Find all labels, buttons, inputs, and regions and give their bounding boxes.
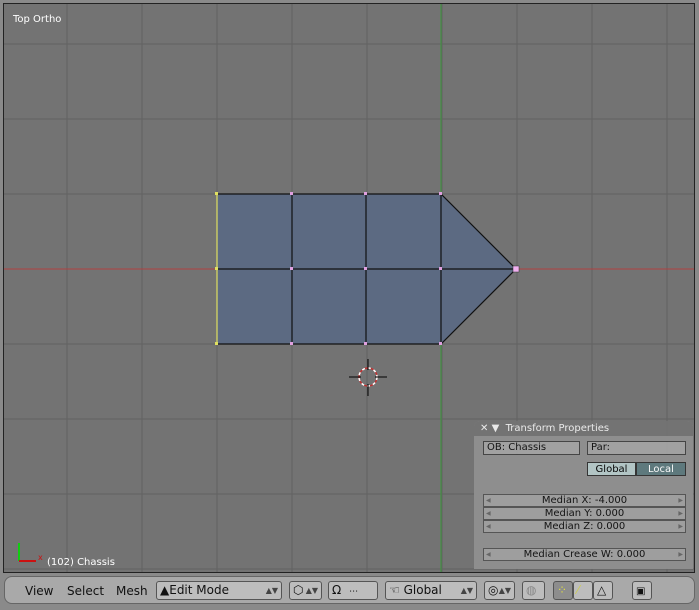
- face-select-icon: △: [597, 583, 607, 597]
- median-y-label: Median Y: 0.000: [544, 508, 625, 519]
- median-z-field[interactable]: ◀ Median Z: 0.000 ▶: [483, 520, 686, 533]
- view3d-header: View Select Mesh ▲Edit Mode ▲▼ ⬡ ▲▼ Ω ⋯ ☜ G…: [4, 576, 695, 604]
- collapse-icon[interactable]: ▼: [492, 423, 500, 434]
- face-select-button[interactable]: △: [593, 581, 613, 600]
- mode-label: Edit Mode: [169, 583, 229, 597]
- svg-text:x: x: [38, 553, 43, 562]
- menu-select[interactable]: Select: [67, 584, 104, 598]
- vertex-select-icon: ⁘: [557, 583, 568, 597]
- median-x-label: Median X: -4.000: [541, 495, 628, 506]
- snap-button[interactable]: ◍: [522, 581, 545, 600]
- pivot-select[interactable]: Ω ⋯: [328, 581, 378, 600]
- median-crease-label: Median Crease W: 0.000: [523, 549, 646, 560]
- median-crease-field[interactable]: ◀ Median Crease W: 0.000 ▶: [483, 548, 686, 561]
- edit-mode-icon: ▲: [160, 583, 170, 597]
- panel-title: Transform Properties: [505, 423, 610, 434]
- pivot-icon: Ω: [332, 583, 342, 597]
- draw-type-select[interactable]: ⬡ ▲▼: [289, 581, 322, 600]
- 3d-viewport[interactable]: x Top Ortho (102) Chassis ✕ ▼ Transform …: [3, 3, 695, 573]
- mode-select[interactable]: ▲Edit Mode ▲▼: [156, 581, 282, 600]
- edge-select-button[interactable]: ⁄: [573, 581, 593, 600]
- proportional-icon: ◎: [488, 583, 499, 597]
- object-info: (102) Chassis: [47, 557, 115, 568]
- axis-gizmo-icon: x: [18, 543, 43, 562]
- median-x-field[interactable]: ◀ Median X: -4.000 ▶: [483, 494, 686, 507]
- menu-mesh[interactable]: Mesh: [116, 584, 148, 598]
- orientation-select[interactable]: ☜ Global ▲▼: [385, 581, 477, 600]
- mesh-chassis[interactable]: [215, 192, 520, 345]
- image-icon: ▣: [636, 586, 646, 597]
- orientation-label: Global: [403, 583, 442, 597]
- close-icon[interactable]: ✕: [480, 423, 488, 434]
- transform-properties-panel: ✕ ▼ Transform Properties OB: Chassis Par…: [474, 421, 693, 569]
- proportional-edit-select[interactable]: ◎ ▲▼: [484, 581, 515, 600]
- 3d-cursor-icon[interactable]: [349, 359, 387, 396]
- edge-select-icon: ⁄: [577, 583, 580, 597]
- vertex-select-button[interactable]: ⁘: [553, 581, 573, 600]
- cube-wire-icon: ⬡: [293, 583, 304, 597]
- menu-view[interactable]: View: [25, 584, 53, 598]
- hand-icon: ☜: [389, 583, 400, 597]
- manipulator-icon: ⋯: [349, 587, 359, 597]
- render-preview-button[interactable]: ▣: [632, 581, 652, 600]
- global-toggle[interactable]: Global: [587, 462, 636, 476]
- panel-header[interactable]: ✕ ▼ Transform Properties: [474, 421, 693, 436]
- parent-field[interactable]: Par:: [587, 441, 686, 455]
- local-toggle[interactable]: Local: [636, 462, 686, 476]
- magnet-icon: ◍: [526, 583, 537, 597]
- object-name-field[interactable]: OB: Chassis: [483, 441, 580, 455]
- view-title: Top Ortho: [13, 14, 62, 25]
- median-y-field[interactable]: ◀ Median Y: 0.000 ▶: [483, 507, 686, 520]
- median-z-label: Median Z: 0.000: [543, 521, 626, 532]
